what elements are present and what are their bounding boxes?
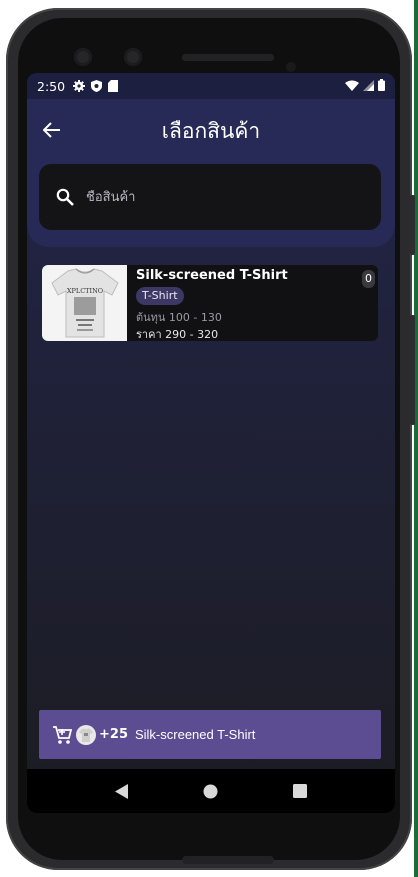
product-card[interactable]: XPLCTINO Silk-screened T-Shirt T-Shirt ต… [42, 265, 378, 341]
power-button [410, 315, 415, 425]
search-box[interactable] [39, 164, 381, 230]
earpiece-speaker [182, 54, 274, 61]
sd-card-icon [108, 80, 119, 92]
product-cost: ต้นทุน 100 - 130 [136, 311, 222, 324]
bottom-speaker [182, 856, 274, 864]
gear-icon [73, 80, 86, 92]
nav-home-icon [203, 784, 218, 798]
proximity-sensor [286, 62, 296, 72]
nav-recents-icon [293, 784, 308, 798]
system-nav-bar [27, 769, 395, 813]
nav-back-button[interactable] [110, 779, 134, 803]
product-price: ราคา 290 - 320 [136, 328, 219, 341]
nav-recents-button[interactable] [288, 779, 312, 803]
svg-text:XPLCTINO: XPLCTINO [66, 287, 102, 295]
app-screen: 2:50 เลือกสินค้า XPL [27, 73, 395, 813]
wifi-icon [345, 79, 359, 94]
device-side-rail [414, 0, 418, 877]
tshirt-image: XPLCTINO [50, 268, 119, 338]
nav-back-icon [114, 783, 128, 799]
status-time: 2:50 [37, 78, 66, 94]
nav-home-button[interactable] [199, 779, 223, 803]
product-name: Silk-screened T-Shirt [136, 268, 288, 283]
signal-icon [363, 79, 374, 94]
battery-icon [378, 78, 385, 94]
category-chip: T-Shirt [136, 287, 184, 305]
shield-icon [91, 80, 103, 92]
app-bar: เลือกสินค้า [27, 99, 395, 247]
cart-product-name: Silk-screened T-Shirt [134, 727, 256, 742]
quantity-badge: 0 [362, 270, 375, 288]
page-title: เลือกสินค้า [161, 119, 261, 143]
volume-button [410, 195, 415, 255]
search-icon [56, 188, 74, 206]
cart-product-avatar [76, 724, 96, 745]
cart-bar[interactable]: +25 Silk-screened T-Shirt [39, 710, 381, 759]
product-thumbnail: XPLCTINO [42, 265, 127, 341]
front-camera-2 [124, 48, 142, 66]
cart-icon [53, 725, 73, 744]
cart-increment: +25 [99, 727, 128, 742]
search-input[interactable] [86, 189, 336, 205]
status-bar: 2:50 [27, 73, 395, 99]
front-camera [74, 48, 92, 66]
